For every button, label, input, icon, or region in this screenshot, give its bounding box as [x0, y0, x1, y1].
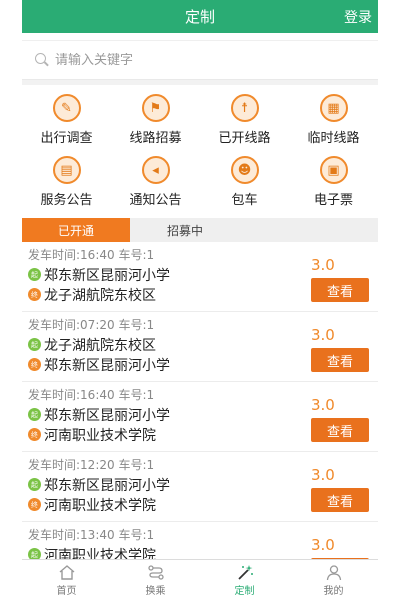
notice-board-icon: ▤	[52, 156, 81, 184]
service-label: 线路招募	[129, 131, 182, 146]
route-list: 发车时间:16:40 车号:1 起 郑东新区昆丽河小学 终 龙子湖航院东校区 3…	[22, 242, 378, 592]
page-title: 定制	[184, 8, 215, 26]
start-place: 龙子湖航院东校区	[44, 337, 156, 354]
start-place: 郑东新区昆丽河小学	[44, 477, 170, 494]
nav-label: 首页	[56, 586, 77, 597]
user-icon	[324, 563, 344, 581]
nav-label: 定制	[234, 586, 255, 597]
service-grid: ✎ 出行调查 ⚑ 线路招募 ☨ 已开线路 ▦ 临时线路 ▤ 服务公告 ◂ 通知公…	[22, 85, 378, 214]
view-button[interactable]: 查看	[311, 488, 369, 512]
service-route-recruit[interactable]: ⚑ 线路招募	[111, 94, 200, 146]
service-travel-survey[interactable]: ✎ 出行调查	[22, 94, 111, 146]
end-marker-icon: 终	[28, 358, 41, 371]
megaphone-icon: ◂	[141, 156, 170, 184]
ticket-icon: ▣	[319, 156, 348, 184]
home-icon	[57, 563, 77, 581]
fare-price: 3.0	[311, 466, 335, 484]
end-marker-icon: 终	[28, 428, 41, 441]
search-bar[interactable]	[22, 40, 378, 80]
service-e-ticket[interactable]: ▣ 电子票	[289, 156, 378, 208]
nav-mine[interactable]: 我的	[289, 560, 378, 600]
start-marker-icon: 起	[28, 408, 41, 421]
service-label: 通知公告	[129, 193, 182, 208]
service-label: 包车	[231, 193, 258, 208]
service-label: 已开线路	[218, 131, 271, 146]
nav-custom[interactable]: 定制	[200, 560, 289, 600]
start-marker-icon: 起	[28, 268, 41, 281]
service-opened-routes[interactable]: ☨ 已开线路	[200, 94, 289, 146]
end-marker-icon: 终	[28, 288, 41, 301]
service-temporary-routes[interactable]: ▦ 临时线路	[289, 94, 378, 146]
search-input[interactable]	[55, 52, 335, 68]
signpost-icon: ☨	[230, 94, 259, 122]
survey-icon: ✎	[52, 94, 81, 122]
route-tabs: 已开通 招募中	[22, 218, 378, 242]
route-row[interactable]: 发车时间:07:20 车号:1 起 龙子湖航院东校区 终 郑东新区昆丽河小学 3…	[22, 312, 378, 382]
route-row[interactable]: 发车时间:16:40 车号:1 起 郑东新区昆丽河小学 终 河南职业技术学院 3…	[22, 382, 378, 452]
service-label: 电子票	[313, 193, 353, 208]
tab-opened[interactable]: 已开通	[22, 218, 130, 242]
service-announcements[interactable]: ▤ 服务公告	[22, 156, 111, 208]
group-icon: ☻	[230, 156, 259, 184]
service-label: 出行调查	[40, 131, 93, 146]
service-notifications[interactable]: ◂ 通知公告	[111, 156, 200, 208]
end-place: 河南职业技术学院	[44, 427, 156, 444]
fare-price: 3.0	[311, 536, 335, 554]
nav-transfer[interactable]: 换乘	[111, 560, 200, 600]
start-marker-icon: 起	[28, 478, 41, 491]
fare-price: 3.0	[311, 326, 335, 344]
view-button[interactable]: 查看	[311, 418, 369, 442]
route-row[interactable]: 发车时间:12:20 车号:1 起 郑东新区昆丽河小学 终 河南职业技术学院 3…	[22, 452, 378, 522]
end-place: 郑东新区昆丽河小学	[44, 357, 170, 374]
bottom-nav: 首页 换乘 定制 我的	[22, 559, 378, 600]
start-marker-icon: 起	[28, 338, 41, 351]
nav-label: 换乘	[145, 586, 166, 597]
view-button[interactable]: 查看	[311, 348, 369, 372]
start-place: 郑东新区昆丽河小学	[44, 267, 170, 284]
top-bar: 定制 登录	[22, 0, 378, 33]
service-label: 临时线路	[307, 131, 360, 146]
nav-home[interactable]: 首页	[22, 560, 111, 600]
login-button[interactable]: 登录	[344, 7, 372, 27]
transfer-icon	[146, 563, 166, 581]
calendar-icon: ▦	[319, 94, 348, 122]
end-marker-icon: 终	[28, 498, 41, 511]
flag-icon: ⚑	[141, 94, 170, 122]
end-place: 河南职业技术学院	[44, 497, 156, 514]
fare-price: 3.0	[311, 256, 335, 274]
search-icon	[35, 53, 49, 67]
fare-price: 3.0	[311, 396, 335, 414]
end-place: 龙子湖航院东校区	[44, 287, 156, 304]
app-frame: 定制 登录 ✎ 出行调查 ⚑ 线路招募 ☨ 已开线路 ▦ 临时线路 ▤ 服务公告…	[22, 0, 378, 600]
magic-wand-icon	[235, 563, 255, 581]
view-button[interactable]: 查看	[311, 278, 369, 302]
tab-recruiting[interactable]: 招募中	[130, 218, 240, 242]
route-row[interactable]: 发车时间:16:40 车号:1 起 郑东新区昆丽河小学 终 龙子湖航院东校区 3…	[22, 242, 378, 312]
start-place: 郑东新区昆丽河小学	[44, 407, 170, 424]
nav-label: 我的	[323, 586, 344, 597]
service-label: 服务公告	[40, 193, 93, 208]
service-charter[interactable]: ☻ 包车	[200, 156, 289, 208]
